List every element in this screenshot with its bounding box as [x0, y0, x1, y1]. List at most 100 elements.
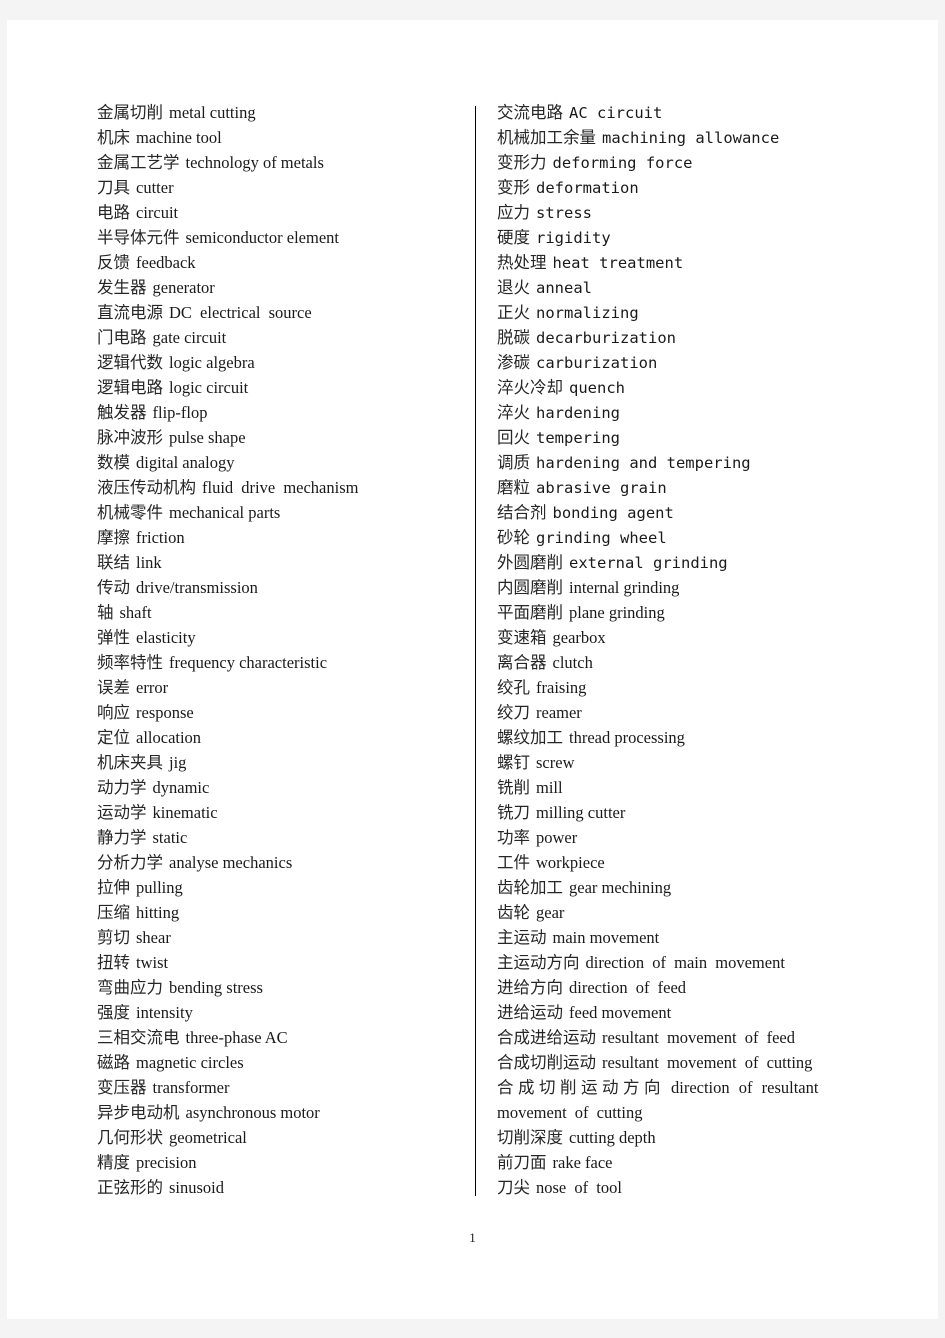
term-english: generator: [152, 278, 215, 297]
term-chinese: 热处理: [497, 253, 547, 272]
term-chinese: 变速箱: [497, 628, 547, 647]
term-english: semiconductor element: [185, 228, 340, 247]
glossary-entry: 变形力 deforming force: [497, 150, 872, 175]
glossary-entry: 半导体元件 semiconductor element: [97, 225, 472, 250]
glossary-left-column: 金属切削 metal cutting 机床 machine tool 金属工艺学 tech…: [97, 100, 472, 1200]
glossary-entry: 铣刀 milling cutter: [497, 800, 872, 825]
glossary-entry: 应力 stress: [497, 200, 872, 225]
term-english: error: [136, 678, 169, 697]
glossary-entry: 淬火 hardening: [497, 400, 872, 425]
term-english: mill: [536, 778, 563, 797]
term-chinese: 定位: [97, 728, 130, 747]
term-chinese: 齿轮: [497, 903, 530, 922]
glossary-entry: 压缩 hitting: [97, 900, 472, 925]
term-english: machine tool: [136, 128, 222, 147]
glossary-entry: 频率特性 frequency characteristic: [97, 650, 472, 675]
glossary-entry: 螺钉 screw: [497, 750, 872, 775]
term-chinese: 合成切削运动: [497, 1053, 596, 1072]
glossary-entry: 磁路 magnetic circles: [97, 1050, 472, 1075]
glossary-entry: 合成切削运动方向 direction of resultant movement o…: [497, 1075, 872, 1125]
glossary-entry: 进给方向 direction of feed: [497, 975, 872, 1000]
glossary-entry: 切削深度 cutting depth: [497, 1125, 872, 1150]
glossary-entry: 内圆磨削 internal grinding: [497, 575, 872, 600]
term-chinese: 脉冲波形: [97, 428, 163, 447]
term-english: logic algebra: [169, 353, 255, 372]
term-english: reamer: [536, 703, 582, 722]
term-english: hitting: [136, 903, 180, 922]
glossary-entry: 机械加工余量 machining allowance: [497, 125, 872, 150]
glossary-entry: 退火 anneal: [497, 275, 872, 300]
term-english: machining allowance: [602, 129, 780, 147]
term-english-continuation: movement of cutting: [497, 1103, 643, 1122]
term-chinese: 频率特性: [97, 653, 163, 672]
glossary-entry: 摩擦 friction: [97, 525, 472, 550]
term-english: link: [136, 553, 162, 572]
term-chinese: 精度: [97, 1153, 130, 1172]
glossary-entry: 运动学 kinematic: [97, 800, 472, 825]
glossary-entry: 交流电路 AC circuit: [497, 100, 872, 125]
glossary-entry: 前刀面 rake face: [497, 1150, 872, 1175]
term-english: logic circuit: [169, 378, 249, 397]
term-chinese: 平面磨削: [497, 603, 563, 622]
glossary-entry: 机床 machine tool: [97, 125, 472, 150]
page-content: 金属切削 metal cutting 机床 machine tool 金属工艺学 tech…: [7, 20, 938, 1319]
term-english: shear: [136, 928, 171, 947]
term-chinese: 淬火: [497, 403, 530, 422]
term-english: feedback: [136, 253, 196, 272]
term-english: thread processing: [569, 728, 685, 747]
term-english: gear: [536, 903, 565, 922]
glossary-entry: 硬度 rigidity: [497, 225, 872, 250]
glossary-entry: 螺纹加工 thread processing: [497, 725, 872, 750]
term-english: plane grinding: [569, 603, 665, 622]
term-chinese: 合成进给运动: [497, 1028, 596, 1047]
glossary-entry: 动力学 dynamic: [97, 775, 472, 800]
glossary-entry: 误差 error: [97, 675, 472, 700]
term-english: normalizing: [536, 304, 639, 322]
glossary-entry: 平面磨削 plane grinding: [497, 600, 872, 625]
glossary-entry: 合成进给运动 resultant movement of feed: [497, 1025, 872, 1050]
glossary-entry: 金属切削 metal cutting: [97, 100, 472, 125]
term-english: drive/transmission: [136, 578, 258, 597]
glossary-entry: 扭转 twist: [97, 950, 472, 975]
term-chinese: 联结: [97, 553, 130, 572]
term-english: direction of resultant: [671, 1078, 819, 1097]
term-chinese: 弹性: [97, 628, 130, 647]
term-chinese: 绞刀: [497, 703, 530, 722]
glossary-entry: 齿轮加工 gear mechining: [497, 875, 872, 900]
term-chinese: 强度: [97, 1003, 130, 1022]
term-chinese: 砂轮: [497, 528, 530, 547]
term-chinese: 门电路: [97, 328, 147, 347]
document-page: 金属切削 metal cutting 机床 machine tool 金属工艺学 tech…: [7, 20, 938, 1319]
term-english: kinematic: [152, 803, 218, 822]
term-english: mechanical parts: [169, 503, 281, 522]
term-english: feed movement: [569, 1003, 672, 1022]
term-chinese: 调质: [497, 453, 530, 472]
term-english: grinding wheel: [536, 529, 667, 547]
term-chinese: 切削深度: [497, 1128, 563, 1147]
glossary-entry: 正弦形的 sinusoid: [97, 1175, 472, 1200]
term-chinese: 刀具: [97, 178, 130, 197]
term-english: frequency characteristic: [169, 653, 328, 672]
term-chinese: 数模: [97, 453, 130, 472]
term-english: stress: [536, 204, 592, 222]
term-chinese: 正火: [497, 303, 530, 322]
term-chinese: 逻辑电路: [97, 378, 163, 397]
term-english: metal cutting: [169, 103, 256, 122]
term-chinese: 剪切: [97, 928, 130, 947]
glossary-entry: 几何形状 geometrical: [97, 1125, 472, 1150]
term-chinese: 淬火冷却: [497, 378, 563, 397]
term-english: gear mechining: [569, 878, 672, 897]
term-chinese: 机床: [97, 128, 130, 147]
term-chinese: 进给运动: [497, 1003, 563, 1022]
term-english: quench: [569, 379, 625, 397]
term-chinese: 拉伸: [97, 878, 130, 897]
term-english: screw: [536, 753, 575, 772]
term-chinese: 脱碳: [497, 328, 530, 347]
term-english: flip-flop: [152, 403, 208, 422]
term-chinese: 外圆磨削: [497, 553, 563, 572]
glossary-right-column: 交流电路 AC circuit 机械加工余量 machining allowance 变…: [497, 100, 872, 1200]
term-english: circuit: [136, 203, 179, 222]
term-chinese: 离合器: [497, 653, 547, 672]
term-english: abrasive grain: [536, 479, 667, 497]
term-english: asynchronous motor: [185, 1103, 320, 1122]
